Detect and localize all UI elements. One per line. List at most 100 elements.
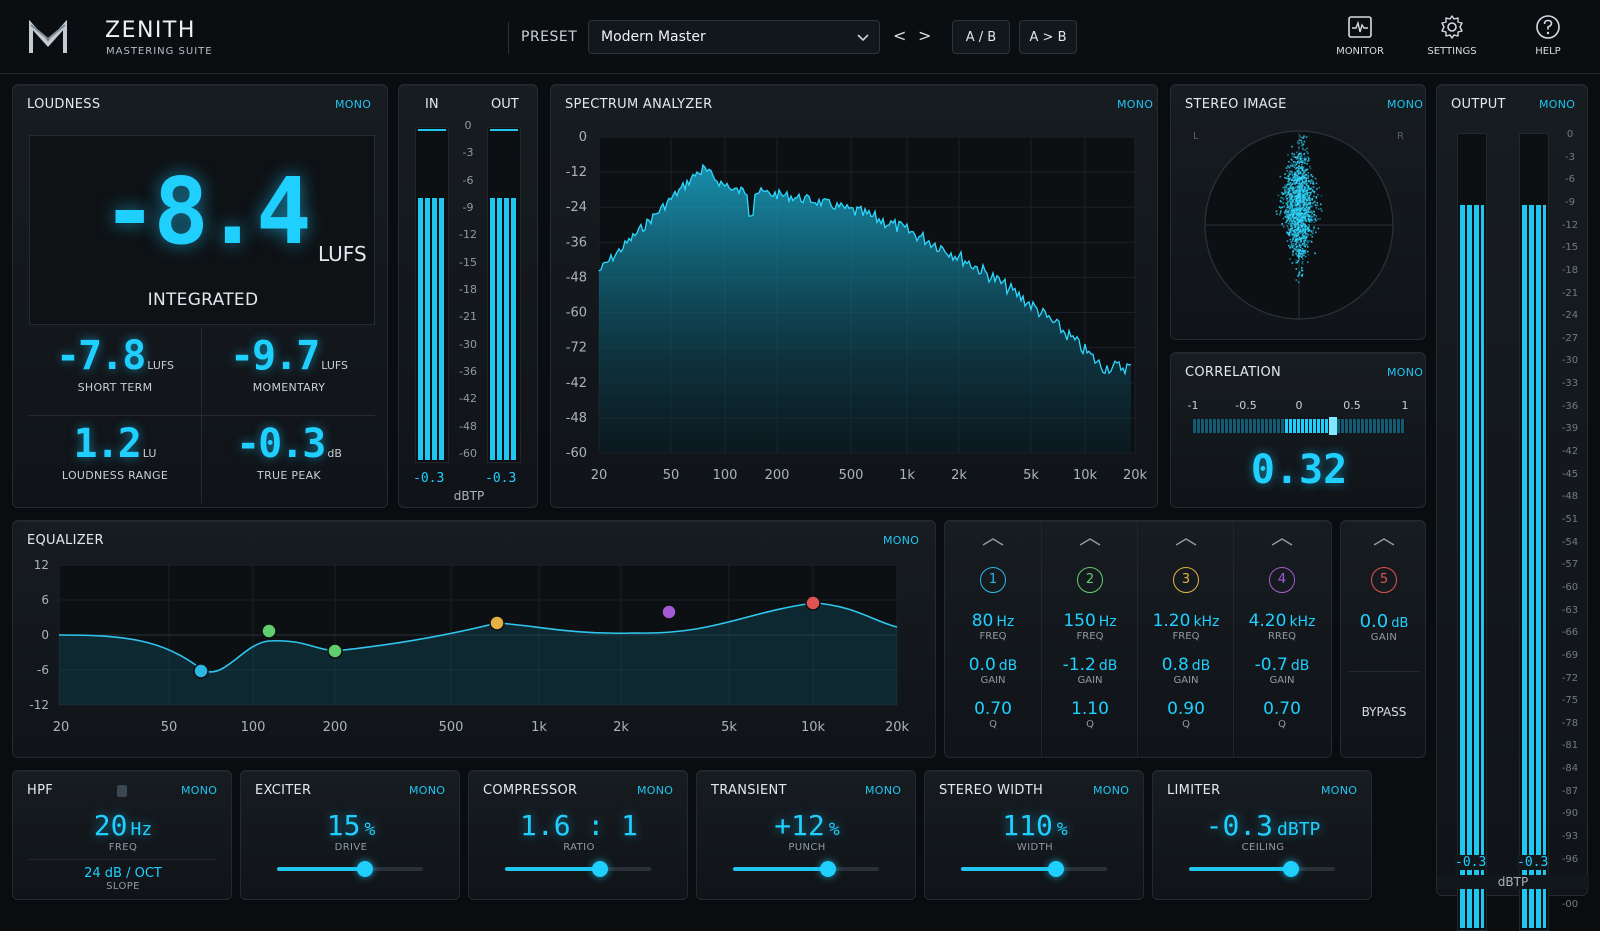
band-freq[interactable]: 4.20 kHz RREQ	[1234, 611, 1330, 642]
compressor-slider[interactable]	[505, 861, 651, 877]
scope-sample	[1299, 204, 1301, 206]
band-freq-label: RREQ	[1267, 631, 1297, 642]
band-gain[interactable]: 0.8 dB GAIN	[1138, 655, 1234, 686]
band-freq[interactable]: 80 Hz FREQ	[945, 611, 1041, 642]
scope-sample	[1298, 241, 1300, 244]
stereo-width-unit: %	[1056, 819, 1068, 840]
preset-prev-button[interactable]: <	[893, 26, 906, 45]
exciter-slider[interactable]	[277, 861, 423, 877]
band5-gain[interactable]: 0.0 dB GAIN	[1341, 611, 1427, 643]
hpf-slope-select[interactable]: 24 dB / OCT SLOPE	[29, 859, 217, 892]
band-number-button[interactable]: 1	[980, 567, 1006, 593]
stereo-width-mono-toggle[interactable]: MONO	[1093, 784, 1129, 797]
compressor-slider-knob[interactable]	[591, 861, 608, 877]
scope-sample	[1291, 207, 1293, 209]
band-shape-icon[interactable]	[1271, 537, 1293, 547]
copy-a-to-b-button[interactable]: A > B	[1019, 20, 1077, 54]
band-q[interactable]: 0.70 Q	[1234, 699, 1330, 730]
hpf-freq-readout: 20 Hz	[13, 809, 233, 842]
band-shape-icon[interactable]	[1175, 537, 1197, 547]
short-term-label: SHORT TERM	[77, 381, 153, 394]
hpf-freq[interactable]: 20 Hz FREQ	[13, 809, 233, 853]
band-number-button[interactable]: 3	[1173, 567, 1199, 593]
band-q[interactable]: 0.70 Q	[945, 699, 1041, 730]
output-mono-toggle[interactable]: MONO	[1539, 98, 1575, 111]
scope-sample	[1311, 202, 1314, 205]
help-button[interactable]: HELP	[1518, 14, 1578, 64]
compressor-mono-toggle[interactable]: MONO	[637, 784, 673, 797]
scope-sample	[1299, 237, 1302, 240]
ab-compare-button[interactable]: A / B	[952, 20, 1010, 54]
band-freq-readout: 80 Hz	[945, 611, 1041, 631]
scope-sample	[1286, 217, 1289, 219]
scope-sample	[1286, 170, 1289, 172]
band-freq[interactable]: 1.20 kHz FREQ	[1138, 611, 1234, 642]
exciter-slider-knob[interactable]	[356, 861, 373, 877]
scope-sample	[1301, 231, 1304, 233]
transient-value-readout[interactable]: +12% PUNCH	[697, 809, 917, 853]
correlation-mono-toggle[interactable]: MONO	[1387, 366, 1423, 379]
scope-sample	[1295, 252, 1297, 255]
preset-select[interactable]: Modern Master	[588, 20, 880, 54]
transient-mono-toggle[interactable]: MONO	[865, 784, 901, 797]
scope-sample	[1284, 176, 1286, 179]
exciter-value: 15	[326, 809, 361, 842]
limiter-slider[interactable]	[1189, 861, 1335, 877]
hpf-mono-toggle[interactable]: MONO	[181, 784, 217, 797]
settings-button[interactable]: SETTINGS	[1422, 14, 1482, 64]
limiter-mono-toggle[interactable]: MONO	[1321, 784, 1357, 797]
loudness-mono-toggle[interactable]: MONO	[335, 98, 371, 111]
band5-bypass-button[interactable]: BYPASS	[1341, 705, 1427, 719]
output-panel: OUTPUT MONO 0 -3 -6 -9 -12 -15 -18 -21 -24 -27 -30…	[1436, 84, 1589, 931]
band-gain[interactable]: 0.0 dB GAIN	[945, 655, 1041, 686]
band5-number-button[interactable]: 5	[1371, 567, 1397, 593]
momentary-label: MOMENTARY	[252, 381, 326, 394]
scope-sample	[1276, 213, 1278, 215]
scope-sample	[1306, 243, 1308, 246]
band-q[interactable]: 1.10 Q	[1042, 699, 1138, 730]
stereo-width-value-readout[interactable]: 110% WIDTH	[925, 809, 1145, 853]
hpf-freq-value: 20	[93, 809, 128, 842]
transient-slider-knob[interactable]	[819, 861, 836, 877]
band-gain[interactable]: -0.7 dB GAIN	[1234, 655, 1330, 686]
exciter-mono-toggle[interactable]: MONO	[409, 784, 445, 797]
exciter-label: DRIVE	[334, 842, 368, 853]
band-freq[interactable]: 150 Hz FREQ	[1042, 611, 1138, 642]
scope-sample	[1291, 225, 1293, 227]
limiter-slider-knob[interactable]	[1283, 861, 1300, 877]
scope-sample	[1317, 227, 1320, 230]
scope-sample	[1302, 184, 1304, 187]
compressor-value-readout[interactable]: 1.6 : 1 RATIO	[469, 809, 689, 853]
scope-sample	[1289, 258, 1291, 260]
scope-sample	[1294, 225, 1297, 228]
scope-sample	[1287, 165, 1289, 167]
band-q[interactable]: 0.90 Q	[1138, 699, 1234, 730]
band-shape-icon[interactable]	[1079, 537, 1101, 547]
compressor-title: COMPRESSOR	[483, 783, 578, 798]
scope-sample	[1302, 191, 1305, 194]
scope-sample	[1306, 168, 1309, 171]
output-scale: 0 -3 -6 -9 -12 -15 -18 -21 -24 -27 -30 -33 -36 -39 -42…	[1555, 129, 1585, 929]
hpf-power-icon[interactable]	[117, 785, 127, 797]
band-gain[interactable]: -1.2 dB GAIN	[1042, 655, 1138, 686]
limiter-value-readout[interactable]: -0.3 dBTP CEILING	[1153, 809, 1373, 853]
scope-sample	[1302, 242, 1304, 245]
momentary-value: -9.7	[229, 333, 320, 379]
scope-sample	[1292, 205, 1294, 207]
band-shape-icon[interactable]	[982, 537, 1004, 547]
monitor-button[interactable]: MONITOR	[1330, 14, 1390, 64]
scope-sample	[1320, 203, 1322, 206]
output-scale-tick: -00	[1561, 899, 1579, 910]
band-number-button[interactable]: 4	[1269, 567, 1295, 593]
stereo-width-slider[interactable]	[961, 861, 1107, 877]
scope-sample	[1312, 182, 1314, 185]
output-scale-tick: -75	[1561, 695, 1579, 707]
exciter-value-readout[interactable]: 15% DRIVE	[241, 809, 461, 853]
transient-slider[interactable]	[733, 861, 879, 877]
scope-sample	[1296, 203, 1299, 206]
band-number-button[interactable]: 2	[1077, 567, 1103, 593]
scope-sample	[1295, 181, 1297, 184]
output-scale-tick: -60	[1561, 581, 1579, 593]
preset-next-button[interactable]: >	[918, 26, 931, 45]
stereo-width-slider-knob[interactable]	[1047, 861, 1064, 877]
